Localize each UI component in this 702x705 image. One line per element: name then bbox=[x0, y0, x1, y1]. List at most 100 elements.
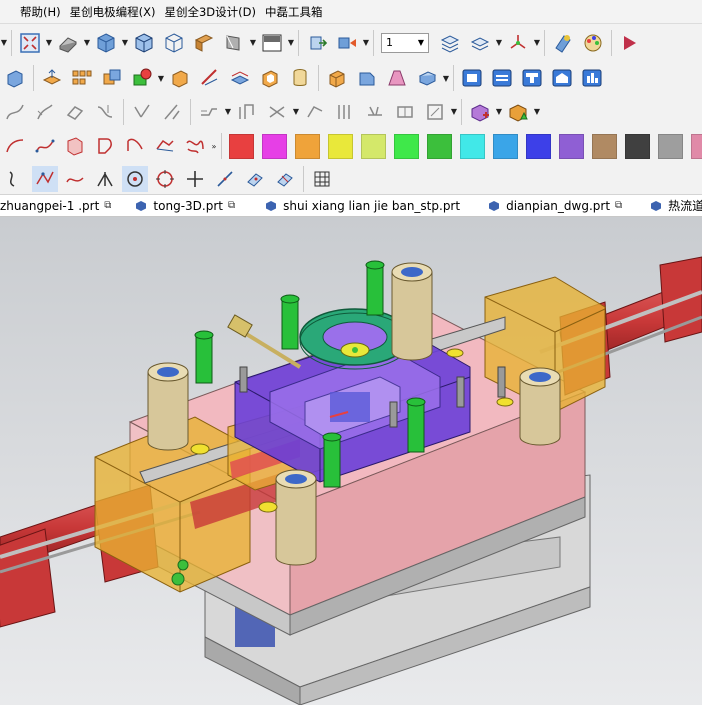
cylinder-icon[interactable] bbox=[287, 65, 313, 91]
snap-end-icon[interactable] bbox=[2, 166, 28, 192]
extrude-icon[interactable] bbox=[2, 65, 28, 91]
color-swatch-cyan[interactable] bbox=[460, 133, 485, 159]
sketch-curve-icon[interactable] bbox=[2, 99, 28, 125]
bridge-curve-icon[interactable] bbox=[152, 133, 178, 159]
divide-face-icon[interactable] bbox=[392, 99, 418, 125]
snap-face-icon[interactable] bbox=[242, 166, 268, 192]
pan-view-icon[interactable] bbox=[55, 30, 81, 56]
dropdown-arrow[interactable]: ▼ bbox=[157, 68, 165, 88]
dropdown-arrow[interactable]: ▼ bbox=[533, 33, 541, 53]
file-tab[interactable]: tong-3D.prt ⧉ bbox=[117, 195, 241, 216]
dropdown-arrow[interactable]: ▼ bbox=[533, 102, 541, 122]
color-swatch-dark-gray[interactable] bbox=[625, 133, 650, 159]
shaded-cube-icon[interactable] bbox=[93, 30, 119, 56]
snap-control-point-icon[interactable] bbox=[32, 166, 58, 192]
dropdown-arrow[interactable]: ▼ bbox=[287, 33, 295, 53]
menu-full-3d-design[interactable]: 星创全3D设计(D) bbox=[164, 4, 265, 20]
swept-icon[interactable] bbox=[32, 99, 58, 125]
block-icon[interactable] bbox=[324, 65, 350, 91]
extend-sheet-icon[interactable] bbox=[159, 99, 185, 125]
show-hide-icon[interactable] bbox=[334, 30, 360, 56]
dropdown-arrow[interactable]: ▼ bbox=[495, 33, 503, 53]
snap-quadrant-icon[interactable] bbox=[152, 166, 178, 192]
color-swatch-dark-green[interactable] bbox=[427, 133, 452, 159]
dropdown-arrow[interactable]: ▼ bbox=[249, 33, 257, 53]
layer-settings-icon[interactable] bbox=[437, 30, 463, 56]
arc-curve-icon[interactable] bbox=[2, 133, 28, 159]
unite-icon[interactable] bbox=[99, 65, 125, 91]
dropdown-arrow[interactable]: ▼ bbox=[292, 102, 300, 122]
add-component-icon[interactable] bbox=[467, 99, 493, 125]
pattern-icon[interactable] bbox=[69, 65, 95, 91]
dropdown-arrow[interactable]: ▼ bbox=[0, 33, 8, 53]
isoparametric-curve-icon[interactable] bbox=[302, 99, 328, 125]
trim-body-icon[interactable] bbox=[197, 65, 223, 91]
mold-base-icon[interactable] bbox=[489, 65, 515, 91]
background-icon[interactable] bbox=[259, 30, 285, 56]
color-swatch-orange[interactable] bbox=[295, 133, 320, 159]
fit-view-icon[interactable] bbox=[17, 30, 43, 56]
intersect-icon[interactable] bbox=[167, 65, 193, 91]
through-curves-icon[interactable] bbox=[62, 99, 88, 125]
offset-curve-icon[interactable] bbox=[196, 99, 222, 125]
bounded-plane-icon[interactable] bbox=[92, 99, 118, 125]
draft-icon[interactable] bbox=[384, 65, 410, 91]
edge-blend-icon[interactable] bbox=[414, 65, 440, 91]
file-tab[interactable]: shui xiang lian jie ban_stp.prt bbox=[241, 195, 466, 216]
dropdown-arrow[interactable]: ▼ bbox=[121, 33, 129, 53]
color-swatch-sky-blue[interactable] bbox=[493, 133, 518, 159]
snap-intersection-icon[interactable] bbox=[92, 166, 118, 192]
dropdown-arrow[interactable]: ▼ bbox=[83, 33, 91, 53]
spline-icon[interactable] bbox=[32, 133, 58, 159]
layer-select[interactable]: 1 ▼ bbox=[381, 32, 429, 53]
helix-curve-icon[interactable] bbox=[182, 133, 208, 159]
replace-face-icon[interactable] bbox=[422, 99, 448, 125]
snap-arc-center-icon[interactable] bbox=[122, 166, 148, 192]
standard-part-icon[interactable] bbox=[579, 65, 605, 91]
dropdown-arrow[interactable]: ▼ bbox=[450, 102, 458, 122]
section-curve-icon[interactable] bbox=[332, 99, 358, 125]
dropdown-arrow[interactable]: ▼ bbox=[495, 102, 503, 122]
project-curve-icon[interactable] bbox=[234, 99, 260, 125]
color-swatch-gray[interactable] bbox=[658, 133, 683, 159]
dropdown-arrow[interactable]: ▼ bbox=[362, 33, 370, 53]
cavity-layout-icon[interactable] bbox=[519, 65, 545, 91]
chamfer-icon[interactable] bbox=[354, 65, 380, 91]
graphics-viewport[interactable] bbox=[0, 217, 702, 705]
snap-bounded-icon[interactable] bbox=[272, 166, 298, 192]
clip-section-icon[interactable] bbox=[221, 30, 247, 56]
mold-wizard-icon[interactable] bbox=[459, 65, 485, 91]
color-swatch-blue[interactable] bbox=[526, 133, 551, 159]
face-curve-icon[interactable] bbox=[62, 133, 88, 159]
menu-help[interactable]: 帮助(H) bbox=[20, 4, 70, 20]
tab-menu-icon[interactable]: ⧉ bbox=[228, 200, 235, 211]
edit-color-icon[interactable] bbox=[580, 30, 606, 56]
dropdown-arrow[interactable]: ▼ bbox=[45, 33, 53, 53]
color-swatch-red[interactable] bbox=[229, 133, 254, 159]
tab-menu-icon[interactable]: ⧉ bbox=[104, 200, 111, 211]
shaded-edges-cube-icon[interactable] bbox=[131, 30, 157, 56]
dropdown-arrow[interactable]: ▼ bbox=[224, 102, 232, 122]
assembly-constraint-icon[interactable] bbox=[505, 99, 531, 125]
workpiece-icon[interactable] bbox=[549, 65, 575, 91]
snap-existing-point-icon[interactable] bbox=[182, 166, 208, 192]
move-component-icon[interactable] bbox=[304, 30, 330, 56]
intersection-curve-icon[interactable] bbox=[264, 99, 290, 125]
snap-point-on-face-icon[interactable] bbox=[212, 166, 238, 192]
color-swatch-magenta[interactable] bbox=[262, 133, 287, 159]
offset-face-icon[interactable] bbox=[39, 65, 65, 91]
color-swatch-green[interactable] bbox=[394, 133, 419, 159]
shell-icon[interactable] bbox=[257, 65, 283, 91]
object-display-icon[interactable] bbox=[550, 30, 576, 56]
wcs-icon[interactable] bbox=[505, 30, 531, 56]
snap-on-curve-icon[interactable] bbox=[62, 166, 88, 192]
dropdown-arrow[interactable]: ▼ bbox=[442, 68, 450, 88]
split-body-icon[interactable] bbox=[227, 65, 253, 91]
tab-menu-icon[interactable]: ⧉ bbox=[615, 200, 622, 211]
file-tab[interactable]: zhuangpei-1 .prt ⧉ bbox=[0, 195, 117, 216]
file-tab[interactable]: 热流道 bbox=[628, 195, 702, 216]
extract-curve-icon[interactable] bbox=[362, 99, 388, 125]
edit-section-icon[interactable] bbox=[191, 30, 217, 56]
menu-electrode-programming[interactable]: 星创电极编程(X) bbox=[70, 4, 165, 20]
trim-sheet-icon[interactable] bbox=[129, 99, 155, 125]
